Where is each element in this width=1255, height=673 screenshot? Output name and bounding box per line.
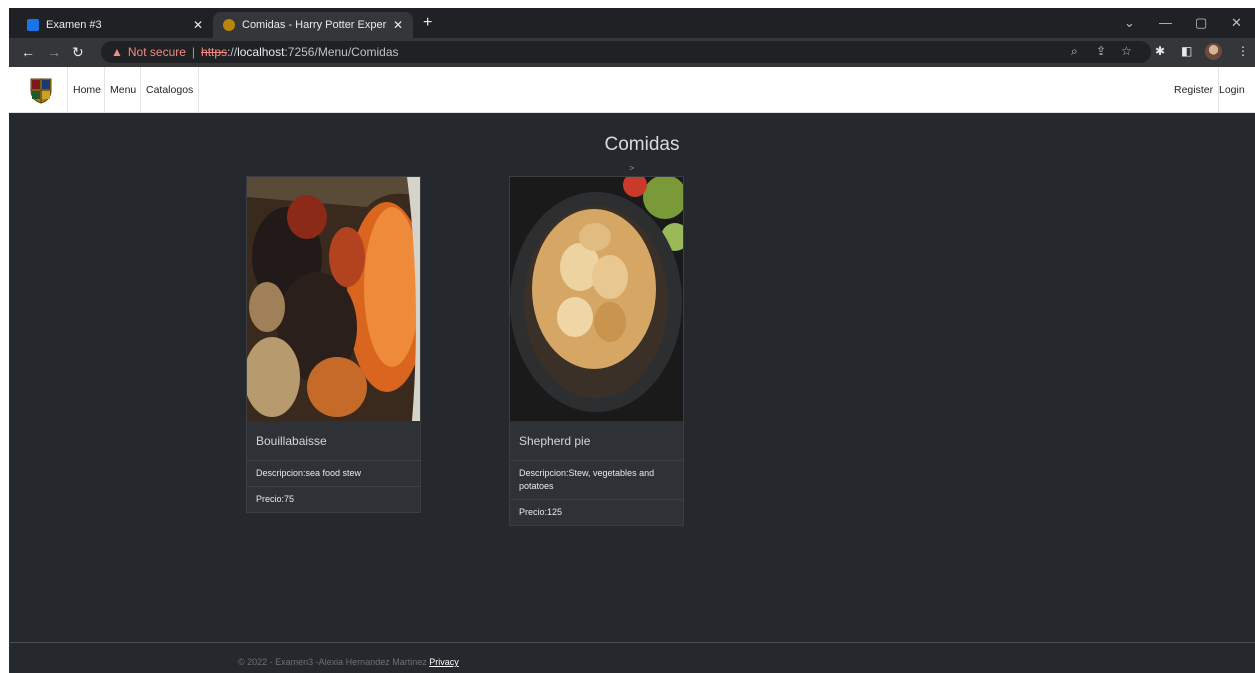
close-window-icon[interactable]: ✕ bbox=[1231, 15, 1242, 31]
card-title: Bouillabaisse bbox=[247, 421, 420, 461]
nav-link-register[interactable]: Register bbox=[1169, 67, 1220, 113]
bookmark-star-icon[interactable]: ☆ bbox=[1121, 44, 1132, 58]
hogwarts-crest-icon[interactable] bbox=[28, 76, 54, 104]
food-card-shepherd-pie[interactable]: Shepherd pie Descripcion:Stew, vegetable… bbox=[509, 176, 684, 526]
card-description: Descripcion:sea food stew bbox=[247, 461, 420, 487]
share-icon[interactable]: ⇪ bbox=[1096, 44, 1106, 58]
nav-link-login[interactable]: Login bbox=[1214, 67, 1250, 113]
card-description: Descripcion:Stew, vegetables and potatoe… bbox=[510, 461, 683, 500]
classroom-favicon-icon bbox=[27, 19, 39, 31]
more-menu-icon[interactable]: ⋮ bbox=[1237, 44, 1249, 58]
separator: | bbox=[191, 45, 196, 59]
tab-title: Examen #3 bbox=[46, 19, 102, 31]
site-navbar: Home Menu Catalogos Register Login bbox=[9, 67, 1255, 113]
address-bar[interactable]: ▲ Not secure | https :// localhost :7256… bbox=[101, 41, 1151, 63]
profile-avatar[interactable] bbox=[1205, 43, 1222, 60]
tab-title: Comidas - Harry Potter Experienc bbox=[242, 19, 387, 31]
browser-tab-comidas[interactable]: Comidas - Harry Potter Experienc ✕ bbox=[213, 12, 413, 38]
url-path: :7256/Menu/Comidas bbox=[284, 45, 399, 59]
privacy-link[interactable]: Privacy bbox=[429, 657, 459, 667]
forward-arrow-icon[interactable]: → bbox=[47, 44, 61, 60]
minimize-icon[interactable]: — bbox=[1159, 15, 1172, 30]
site-footer: © 2022 - Examen3 -Alexia Hernandez Marti… bbox=[9, 642, 1255, 673]
zoom-icon[interactable]: ⌕ bbox=[1071, 44, 1078, 59]
hogwarts-favicon-icon bbox=[223, 19, 235, 31]
page-title: Comidas bbox=[604, 134, 680, 155]
card-title: Shepherd pie bbox=[510, 421, 683, 461]
url-scheme: https bbox=[201, 45, 228, 59]
extensions-puzzle-icon[interactable]: ✱ bbox=[1155, 44, 1165, 58]
browser-tab-bar: Examen #3 ✕ Comidas - Harry Potter Exper… bbox=[9, 8, 1255, 38]
close-tab-icon[interactable]: ✕ bbox=[393, 18, 403, 32]
shepherd-pie-photo bbox=[510, 177, 683, 421]
security-label[interactable]: Not secure bbox=[128, 45, 186, 59]
browser-toolbar: ← → ↻ ▲ Not secure | https :// localhost… bbox=[9, 38, 1255, 67]
url-slashes: :// bbox=[227, 45, 238, 59]
nav-link-catalogos[interactable]: Catalogos bbox=[140, 67, 200, 113]
copyright-text: © 2022 - Examen3 -Alexia Hernandez Marti… bbox=[238, 657, 427, 667]
nav-link-menu[interactable]: Menu bbox=[104, 67, 141, 113]
food-card-bouillabaisse[interactable]: Bouillabaisse Descripcion:sea food stew … bbox=[246, 176, 421, 513]
side-panel-icon[interactable]: ◧ bbox=[1181, 44, 1192, 58]
reload-icon[interactable]: ↻ bbox=[72, 44, 84, 61]
maximize-icon[interactable]: ▢ bbox=[1195, 15, 1207, 31]
new-tab-icon[interactable]: + bbox=[423, 14, 432, 32]
card-price: Precio:75 bbox=[256, 494, 295, 504]
nav-link-home[interactable]: Home bbox=[67, 67, 106, 113]
arrow-glyph: > bbox=[629, 163, 635, 173]
main-content: Comidas > Bouillabaisse Descripcion:sea … bbox=[9, 113, 1255, 643]
footer-text: © 2022 - Examen3 -Alexia Hernandez Marti… bbox=[238, 657, 459, 667]
close-tab-icon[interactable]: ✕ bbox=[193, 18, 203, 32]
back-arrow-icon[interactable]: ← bbox=[21, 44, 35, 60]
bouillabaisse-photo bbox=[247, 177, 420, 421]
warning-triangle-icon[interactable]: ▲ bbox=[111, 45, 123, 59]
browser-tab-examen[interactable]: Examen #3 ✕ bbox=[17, 12, 213, 38]
tab-search-chevron-icon[interactable]: ⌄ bbox=[1124, 15, 1135, 31]
card-price: Precio:125 bbox=[519, 507, 563, 517]
url-host: localhost bbox=[237, 45, 285, 59]
